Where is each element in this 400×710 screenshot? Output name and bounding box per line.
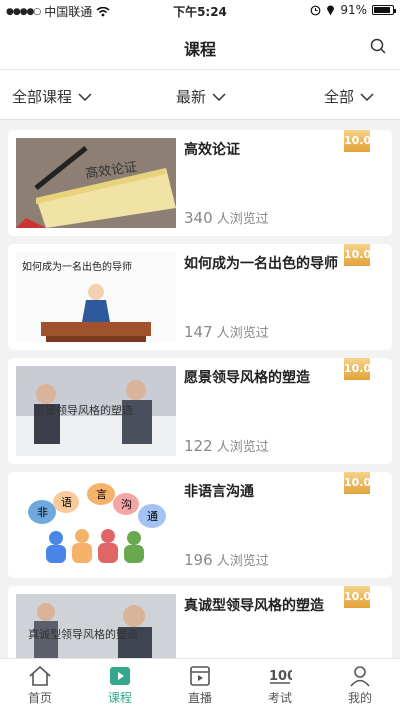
filter-sort-label: 最新 [176, 88, 207, 106]
course-thumbnail: 愿景领导风格的塑造 [16, 366, 176, 456]
course-thumbnail: 非 语 言 沟 通 [16, 480, 176, 570]
course-card[interactable]: 非 语 言 沟 通 非语言沟通 196 人浏览过 10.0 [8, 472, 392, 578]
thumb-char: 语 [61, 496, 72, 509]
page-title: 课程 [183, 40, 216, 59]
alarm-icon [310, 5, 321, 15]
live-icon [190, 666, 210, 686]
thumb-caption: 真诚型领导风格的塑造 [28, 627, 138, 641]
course-thumbnail: 真诚型领导风格的塑造 [16, 594, 176, 658]
home-icon [29, 665, 51, 686]
thumb-char: 非 [37, 506, 48, 519]
tab-home[interactable]: 首页 [10, 665, 70, 706]
score-badge: 10.0 [344, 472, 371, 494]
tab-exam[interactable]: 100 考试 [250, 665, 310, 706]
course-thumbnail: 如何成为一名出色的导师 [16, 252, 176, 342]
location-icon [327, 5, 335, 15]
battery-percent: 91% [340, 3, 367, 17]
tab-mine-label: 我的 [347, 691, 372, 705]
tab-live[interactable]: 直播 [170, 665, 230, 706]
user-icon [350, 666, 370, 687]
tab-bar: 首页 课程 直播 100 考试 我的 [0, 658, 400, 710]
thumb-char: 沟 [121, 498, 132, 511]
thumb-caption: 愿景领导风格的塑造 [34, 403, 133, 417]
thumb-caption: 如何成为一名出色的导师 [22, 260, 132, 273]
course-title: 真诚型领导风格的塑造 [184, 598, 324, 614]
course-card[interactable]: 愿景领导风格的塑造 愿景领导风格的塑造 122 人浏览过 10.0 [8, 358, 392, 464]
course-title: 非语言沟通 [184, 484, 254, 500]
score-badge: 10.0 [344, 586, 371, 608]
filter-category-label: 全部课程 [12, 88, 73, 106]
filter-sort[interactable]: 最新 [176, 86, 226, 107]
filter-bar: 全部课程 最新 全部 [0, 70, 400, 120]
tab-mine[interactable]: 我的 [330, 665, 390, 706]
thumb-char: 通 [147, 510, 158, 523]
course-card[interactable]: 高效论证 高效论证 340 人浏览过 10.0 [8, 130, 392, 236]
tab-home-label: 首页 [27, 691, 52, 705]
status-bar: ●●●●○ 中国联通 下午5:24 91% [0, 0, 400, 20]
course-thumbnail: 高效论证 [16, 138, 176, 228]
filter-category[interactable]: 全部课程 [12, 86, 92, 107]
course-title: 如何成为一名出色的导师 [184, 256, 338, 272]
course-title: 高效论证 [184, 142, 240, 158]
thumb-char: 言 [96, 488, 107, 501]
course-views: 196 人浏览过 [184, 551, 269, 569]
filter-type-label: 全部 [324, 88, 355, 106]
course-card[interactable]: 真诚型领导风格的塑造 真诚型领导风格的塑造 10.0 [8, 586, 392, 658]
course-list: 高效论证 高效论证 340 人浏览过 10.0 如何成为一名出色的导师 如何成为… [0, 120, 400, 658]
course-views: 122 人浏览过 [184, 437, 269, 455]
course-views: 340 人浏览过 [184, 209, 269, 227]
tab-exam-label: 考试 [267, 691, 292, 705]
filter-type[interactable]: 全部 [324, 86, 374, 107]
chevron-down-icon [78, 92, 92, 101]
course-title: 愿景领导风格的塑造 [184, 370, 310, 386]
chevron-down-icon [360, 92, 374, 101]
nav-bar: 课程 [0, 20, 400, 70]
svg-text:100: 100 [269, 669, 292, 684]
chevron-down-icon [212, 92, 226, 101]
play-icon [110, 667, 130, 685]
course-card[interactable]: 如何成为一名出色的导师 如何成为一名出色的导师 147 人浏览过 10.0 [8, 244, 392, 350]
tab-live-label: 直播 [187, 691, 212, 705]
score-badge: 10.0 [344, 244, 371, 266]
tab-courses-label: 课程 [107, 691, 132, 705]
search-icon[interactable] [370, 38, 386, 54]
score-badge: 10.0 [344, 358, 371, 380]
score-badge: 10.0 [344, 130, 371, 152]
course-views: 147 人浏览过 [184, 323, 269, 341]
tab-courses[interactable]: 课程 [90, 665, 150, 706]
battery-icon [372, 5, 396, 15]
exam-icon: 100 [269, 669, 292, 684]
